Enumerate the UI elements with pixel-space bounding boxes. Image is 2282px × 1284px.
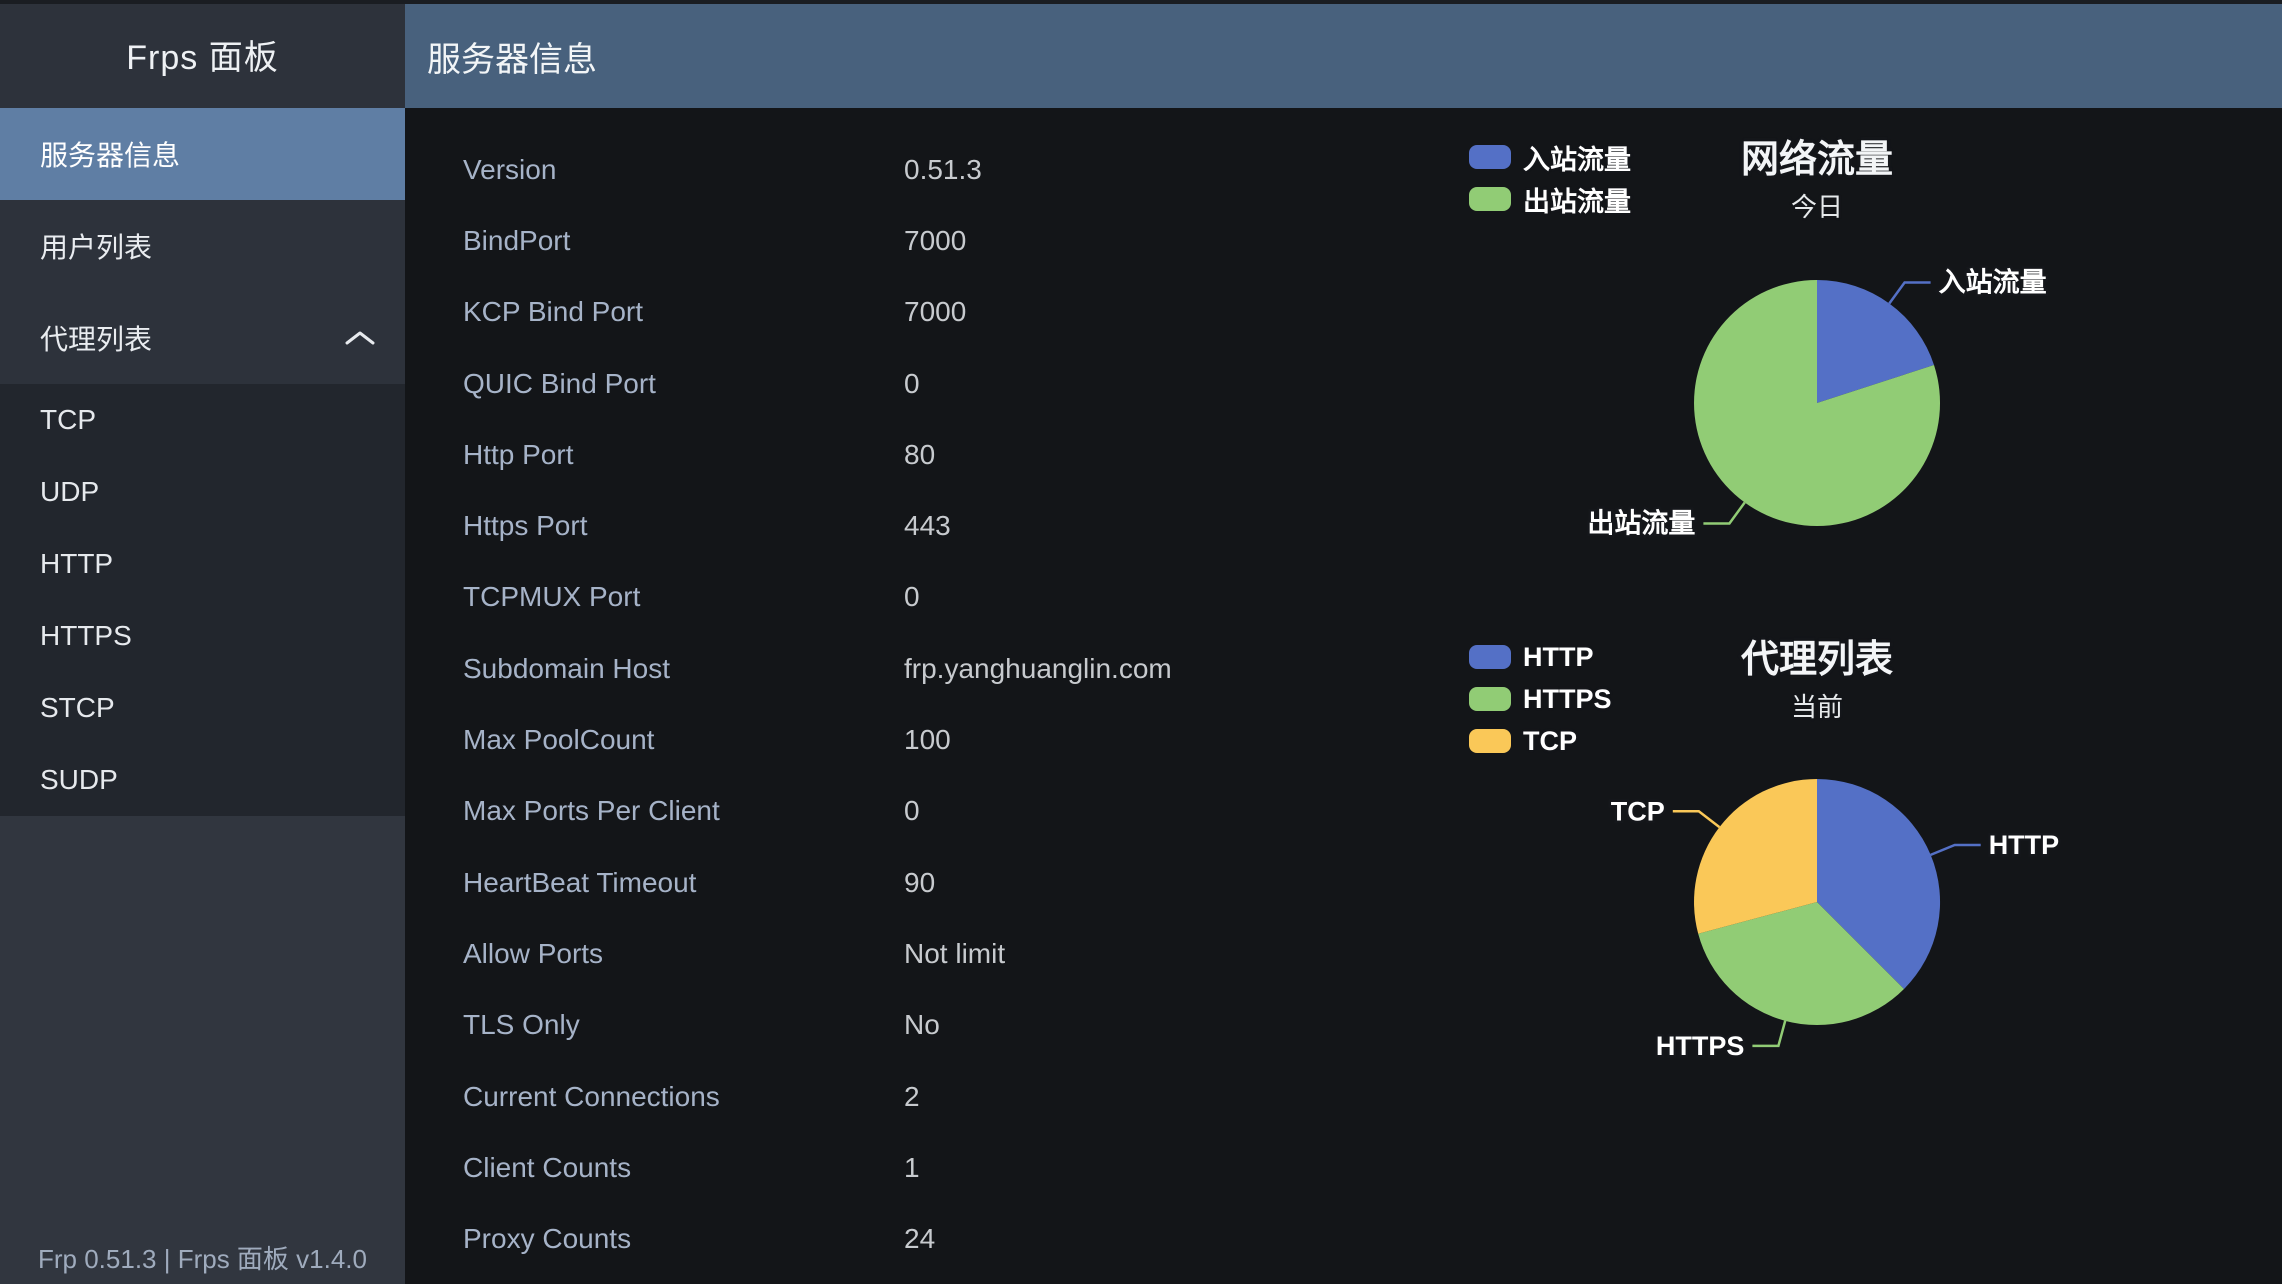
table-row: Https Port443 — [405, 490, 1405, 561]
row-value: Not limit — [904, 938, 1005, 970]
pie-label: TCP — [1611, 796, 1665, 826]
pie-label: HTTP — [1989, 830, 2060, 860]
row-label: Http Port — [463, 439, 904, 471]
row-value: frp.yanghuanglin.com — [904, 653, 1172, 685]
sidebar-subitem-https[interactable]: HTTPS — [0, 600, 405, 672]
subitem-label: TCP — [40, 404, 96, 436]
table-row: Allow PortsNot limit — [405, 918, 1405, 989]
row-value: 0 — [904, 581, 920, 613]
pie-label: 入站流量 — [1939, 268, 2047, 298]
table-row: Max PoolCount100 — [405, 704, 1405, 775]
version-footer: Frp 0.51.3 | Frps 面板 v1.4.0 — [0, 1239, 405, 1276]
subitem-label: UDP — [40, 476, 99, 508]
table-row: Max Ports Per Client0 — [405, 776, 1405, 847]
row-value: 0 — [904, 368, 920, 400]
row-label: Client Counts — [463, 1152, 904, 1184]
row-value: No — [904, 1009, 940, 1041]
page-header: 服务器信息 — [405, 4, 2282, 108]
table-row: Version0.51.3 — [405, 134, 1405, 205]
row-value: 0.51.3 — [904, 154, 982, 186]
pie-label: HTTPS — [1656, 1031, 1745, 1061]
row-label: Subdomain Host — [463, 653, 904, 685]
row-label: Current Connections — [463, 1081, 904, 1113]
table-row: TCPMUX Port0 — [405, 562, 1405, 633]
sidebar-item-label: 用户列表 — [40, 226, 152, 266]
row-value: 24 — [904, 1223, 935, 1255]
proxy-pie[interactable]: HTTP HTTPS TCP — [1407, 618, 2282, 1184]
app-title: Frps 面板 — [0, 0, 405, 108]
window-top-edge — [0, 0, 2282, 4]
row-label: Max Ports Per Client — [463, 795, 904, 827]
row-label: QUIC Bind Port — [463, 368, 904, 400]
sidebar: Frps 面板 服务器信息 用户列表 代理列表 TCP UDP HTTP HTT… — [0, 0, 405, 1284]
pie-label-line — [1931, 845, 1981, 855]
page-title: 服务器信息 — [427, 32, 597, 81]
row-value: 0 — [904, 795, 920, 827]
row-label: HeartBeat Timeout — [463, 867, 904, 899]
pie-label-line — [1752, 1021, 1785, 1046]
row-label: Allow Ports — [463, 938, 904, 970]
chevron-up-icon — [343, 328, 377, 348]
proxy-list-chart: 代理列表 当前 HTTP HTTPS TCP HTTPHTTPSTCP — [1407, 618, 2282, 1184]
subitem-label: HTTP — [40, 548, 113, 580]
row-value: 100 — [904, 724, 951, 756]
row-value: 7000 — [904, 225, 966, 257]
table-row: Current Connections2 — [405, 1061, 1405, 1132]
subitem-label: STCP — [40, 692, 115, 724]
pie-label: 出站流量 — [1587, 509, 1695, 539]
table-row: HeartBeat Timeout90 — [405, 847, 1405, 918]
table-row: Http Port80 — [405, 419, 1405, 490]
row-label: Max PoolCount — [463, 724, 904, 756]
traffic-pie[interactable]: 入站流量出站流量 — [1407, 118, 2282, 618]
sidebar-subitem-http[interactable]: HTTP — [0, 528, 405, 600]
row-label: Https Port — [463, 510, 904, 542]
server-info-table: Version0.51.3 BindPort7000 KCP Bind Port… — [405, 134, 1405, 1275]
row-value: 2 — [904, 1081, 920, 1113]
network-traffic-chart: 网络流量 今日 入站流量 出站流量 入站流量出站流量 — [1407, 118, 2282, 618]
table-row: Proxy Counts24 — [405, 1203, 1405, 1274]
table-row: BindPort7000 — [405, 205, 1405, 276]
sidebar-subitem-stcp[interactable]: STCP — [0, 672, 405, 744]
sidebar-item-server-info[interactable]: 服务器信息 — [0, 108, 405, 200]
sidebar-item-label: 服务器信息 — [40, 134, 180, 174]
row-label: Version — [463, 154, 904, 186]
row-label: TCPMUX Port — [463, 581, 904, 613]
row-label: KCP Bind Port — [463, 296, 904, 328]
table-row: KCP Bind Port7000 — [405, 277, 1405, 348]
sidebar-item-label: 代理列表 — [40, 318, 152, 358]
row-value: 90 — [904, 867, 935, 899]
table-row: TLS OnlyNo — [405, 990, 1405, 1061]
table-row: Client Counts1 — [405, 1132, 1405, 1203]
row-label: Proxy Counts — [463, 1223, 904, 1255]
row-value: 443 — [904, 510, 951, 542]
row-label: BindPort — [463, 225, 904, 257]
proxy-submenu: TCP UDP HTTP HTTPS STCP SUDP — [0, 384, 405, 816]
subitem-label: SUDP — [40, 764, 118, 796]
table-row: QUIC Bind Port0 — [405, 348, 1405, 419]
sidebar-item-user-list[interactable]: 用户列表 — [0, 200, 405, 292]
row-label: TLS Only — [463, 1009, 904, 1041]
sidebar-subitem-tcp[interactable]: TCP — [0, 384, 405, 456]
sidebar-subitem-sudp[interactable]: SUDP — [0, 744, 405, 816]
subitem-label: HTTPS — [40, 620, 132, 652]
row-value: 80 — [904, 439, 935, 471]
pie-label-line — [1703, 503, 1744, 524]
sidebar-subitem-udp[interactable]: UDP — [0, 456, 405, 528]
row-value: 7000 — [904, 296, 966, 328]
sidebar-item-proxy-list[interactable]: 代理列表 — [0, 292, 405, 384]
row-value: 1 — [904, 1152, 920, 1184]
sidebar-menu: 服务器信息 用户列表 代理列表 TCP UDP HTTP HTTPS STCP … — [0, 108, 405, 816]
table-row: Subdomain Hostfrp.yanghuanglin.com — [405, 633, 1405, 704]
pie-label-line — [1889, 283, 1930, 304]
pie-label-line — [1673, 811, 1720, 827]
